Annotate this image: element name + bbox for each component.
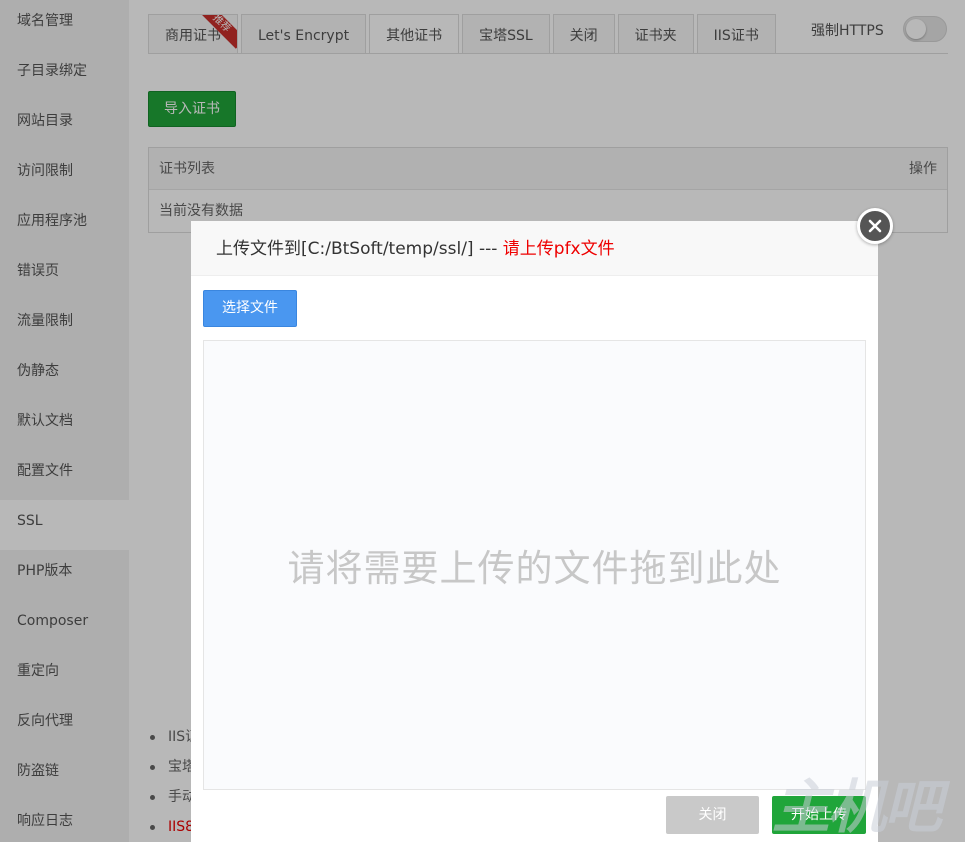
choose-file-button[interactable]: 选择文件 [203, 290, 297, 327]
file-drop-zone[interactable]: 请将需要上传的文件拖到此处 [203, 340, 866, 790]
close-button[interactable]: 关闭 [666, 796, 759, 834]
upload-dialog: 上传文件到[C:/BtSoft/temp/ssl/] --- 请上传pfx文件 … [191, 221, 878, 842]
dialog-title: 上传文件到[C:/BtSoft/temp/ssl/] --- 请上传pfx文件 [191, 221, 878, 276]
dialog-title-path: 上传文件到[C:/BtSoft/temp/ssl/] --- [216, 239, 503, 259]
dialog-title-warning: 请上传pfx文件 [502, 239, 615, 259]
drop-hint: 请将需要上传的文件拖到此处 [287, 547, 782, 590]
watermark-logo: 主机吧 [772, 773, 942, 841]
dialog-close-icon[interactable] [857, 208, 893, 244]
close-icon [868, 219, 882, 233]
